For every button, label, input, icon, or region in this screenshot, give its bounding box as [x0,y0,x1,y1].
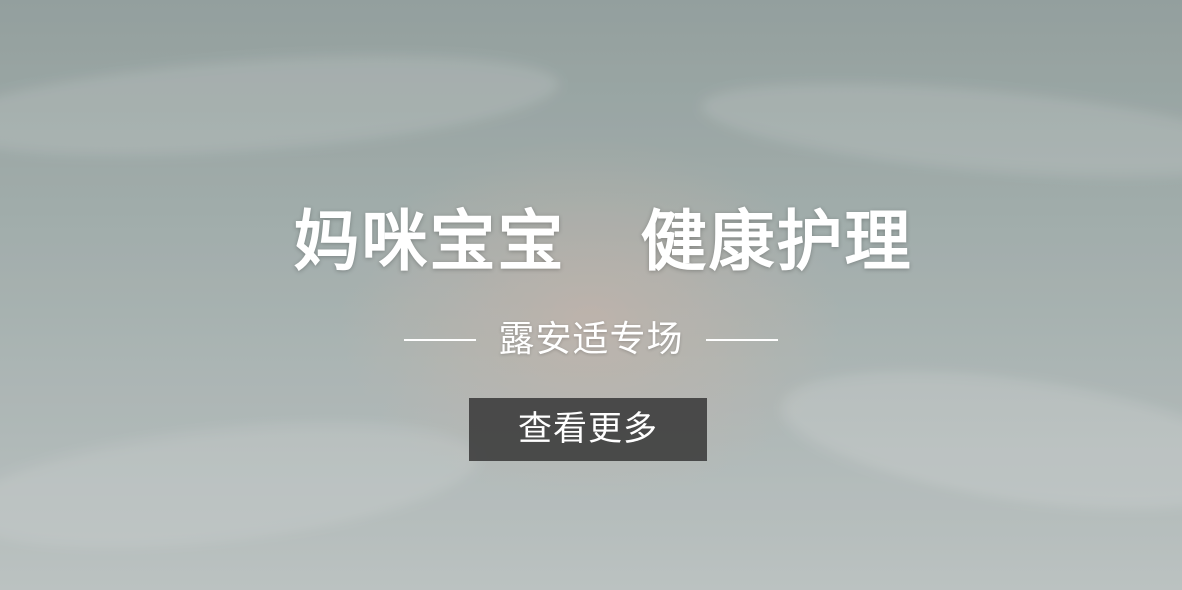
background-overlay [0,0,1182,590]
banner-subheadline: 露安适专场 [498,319,684,360]
promo-banner[interactable]: 妈咪宝宝 健康护理 露安适专场 查看更多 [0,0,1182,590]
banner-subheadline-row: 露安适专场 [0,316,1182,364]
left-divider-line [404,339,477,341]
banner-headline: 妈咪宝宝 健康护理 [293,203,913,280]
view-more-button[interactable]: 查看更多 [469,398,707,461]
right-divider-line [705,339,778,341]
